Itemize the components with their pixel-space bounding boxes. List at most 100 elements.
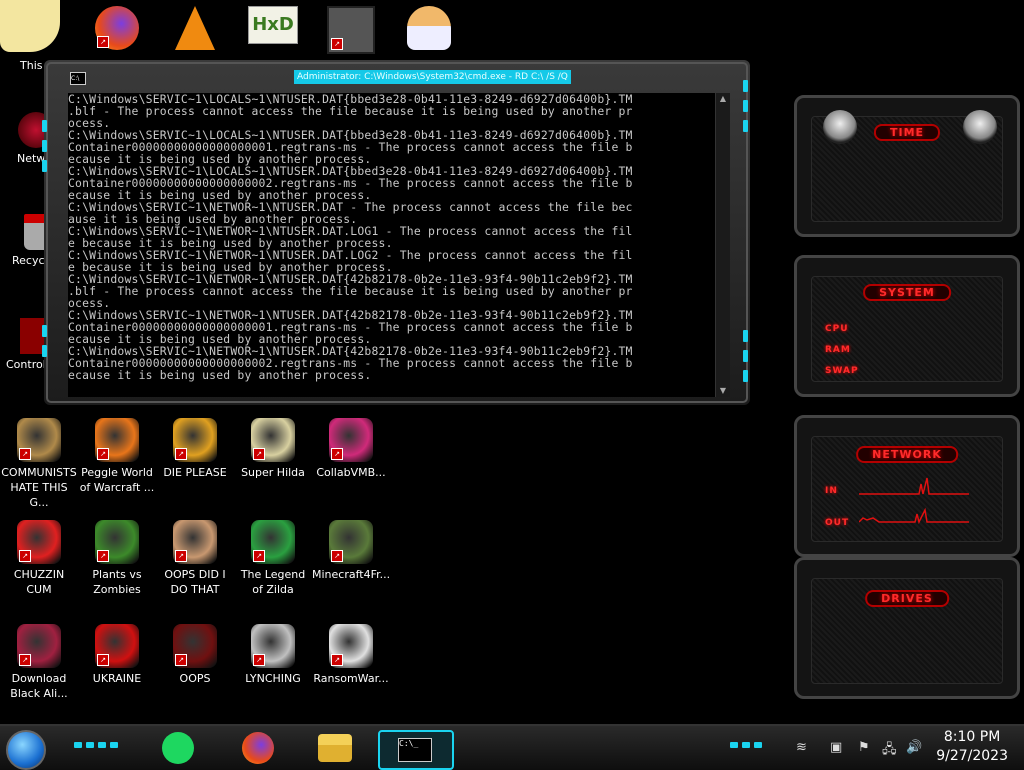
shield-flag-icon: ↗: [251, 624, 295, 668]
taskbar-led: [742, 742, 750, 748]
cmd-window[interactable]: C:\ Administrator: C:\Windows\System32\c…: [42, 60, 750, 405]
clock-date: 9/27/2023: [936, 748, 1008, 764]
desktop-icon-firefox[interactable]: ↗: [78, 6, 156, 53]
anime-face-icon: [0, 0, 60, 52]
cmd-console-output[interactable]: C:\Windows\SERVIC~1\LOCALS~1\NTUSER.DAT{…: [68, 93, 715, 397]
firefox-icon: ↗: [95, 6, 139, 50]
scroll-down-arrow-icon[interactable]: ▼: [716, 385, 730, 397]
alien-orb-icon: ↗: [17, 624, 61, 668]
desktop-icon-label: UKRAINE: [92, 672, 142, 685]
desktop-icon[interactable]: ↗ LYNCHING: [234, 624, 312, 686]
desktop-icon-label: Super Hilda: [241, 466, 305, 479]
cmd-output-line: ecause it is being used by another proce…: [68, 368, 372, 382]
window-led: [743, 370, 748, 382]
desktop-icon[interactable]: ↗ OOPS: [156, 624, 234, 686]
gadget-drives[interactable]: DRIVES: [794, 557, 1020, 699]
radiation-icon: ↗: [95, 624, 139, 668]
gadget-system[interactable]: SYSTEM CPU RAM SWAP: [794, 255, 1020, 397]
tray-nvidia-icon[interactable]: ▣: [830, 740, 842, 755]
cmd-lines: C:\Windows\SERVIC~1\LOCALS~1\NTUSER.DAT{…: [68, 93, 715, 381]
desktop-icon-label: Peggle World of Warcraft ...: [79, 466, 155, 494]
vlc-cone-icon: [175, 6, 215, 50]
desktop-icon[interactable]: ↗ CollabVMB...: [312, 418, 390, 480]
cmd-scrollbar[interactable]: ▲ ▼: [715, 93, 730, 397]
desktop-icon-label: OOPS: [179, 672, 211, 685]
file-explorer-icon[interactable]: [318, 734, 352, 762]
gadget-time-title: TIME: [873, 124, 941, 141]
flower-icon: ↗: [95, 520, 139, 564]
cmd-output-line: .blf - The process cannot access the fil…: [68, 104, 633, 118]
tray-network-icon[interactable]: 🖧: [882, 740, 897, 762]
tray-chevron-icon[interactable]: ≋: [796, 740, 807, 755]
window-led: [743, 120, 748, 132]
taskbar-clock[interactable]: 8:10 PM 9/27/2023: [936, 728, 1008, 766]
grass-block-icon: ↗: [329, 520, 373, 564]
cmd-cursor: [68, 381, 715, 397]
window-led: [743, 350, 748, 362]
swap-label: SWAP: [825, 366, 859, 376]
hxd-icon: HxD: [248, 6, 298, 44]
chuzzle-icon: ↗: [17, 520, 61, 564]
desktop-icon[interactable]: ↗ RansomWar...: [312, 624, 390, 686]
desktop-icon-this-pc[interactable]: This PC: [0, 0, 78, 72]
cmd-system-menu-icon[interactable]: C:\: [70, 72, 86, 85]
desktop-icon[interactable]: ↗ Download Black Ali...: [0, 624, 78, 701]
desktop-icon-label: CHUZZIN CUM: [13, 568, 65, 596]
taskbar-cmd-label: C:\_: [399, 739, 419, 748]
desktop-icon-label: Minecraft4Fr...: [312, 568, 391, 581]
desktop-icon-vlc[interactable]: [156, 6, 234, 53]
desktop-icon-label: Download Black Ali...: [10, 672, 68, 700]
network-activity-graph: [859, 477, 969, 525]
desktop-icon-label: CollabVMB...: [316, 466, 386, 479]
desktop-icon[interactable]: ↗ Minecraft4Fr...: [312, 520, 390, 582]
desktop-icon-label: DIE PLEASE: [163, 466, 227, 479]
desktop-icon[interactable]: ↗ CHUZZIN CUM: [0, 520, 78, 597]
desktop-icon-label: OOPS DID I DO THAT: [164, 568, 226, 596]
taskbar-led: [754, 742, 762, 748]
de-logo-icon: ↗: [173, 418, 217, 462]
cpu-label: CPU: [825, 324, 849, 334]
skull-icon: ↗: [329, 624, 373, 668]
desktop-icon[interactable]: ↗ UKRAINE: [78, 624, 156, 686]
taskbar-cmd-button[interactable]: C:\_: [378, 730, 454, 770]
cmd-window-title: Administrator: C:\Windows\System32\cmd.e…: [294, 70, 571, 84]
peggle-icon: ↗: [95, 418, 139, 462]
pixel-hero-icon: ↗: [251, 520, 295, 564]
gadget-time[interactable]: TIME: [794, 95, 1020, 237]
admin-user-icon: [407, 6, 451, 50]
money-bag-icon: ↗: [17, 418, 61, 462]
window-led: [42, 160, 47, 172]
start-orb-icon[interactable]: [6, 730, 46, 770]
taskbar: C:\_ ≋ ▣ ⚑ 🖧 🔊 8:10 PM 9/27/2023: [0, 724, 1024, 770]
desktop-icon[interactable]: ↗ OOPS DID I DO THAT: [156, 520, 234, 597]
spotify-icon[interactable]: [162, 732, 194, 764]
desktop-icon[interactable]: ↗ The Legend of Zilda: [234, 520, 312, 597]
window-led: [42, 140, 47, 152]
desktop-icon[interactable]: ↗ COMMUNISTS HATE THIS G...: [0, 418, 78, 510]
taskbar-led: [86, 742, 94, 748]
desktop-icon[interactable]: ↗ DIE PLEASE: [156, 418, 234, 480]
window-led: [42, 345, 47, 357]
taskbar-led: [98, 742, 106, 748]
pixel-cat-icon: ↗: [251, 418, 295, 462]
desktop-icon-label: RansomWar...: [313, 672, 389, 685]
clock-time: 8:10 PM: [943, 729, 1001, 745]
gadget-drives-title: DRIVES: [865, 590, 949, 607]
window-led: [743, 330, 748, 342]
desktop-icon-hxd[interactable]: HxD: [234, 6, 312, 47]
cmd-output-line: .blf - The process cannot access the fil…: [68, 284, 633, 298]
tray-volume-icon[interactable]: 🔊: [906, 740, 922, 755]
desktop-icon-admin-user[interactable]: [390, 6, 468, 53]
desktop-icon[interactable]: ↗ Super Hilda: [234, 418, 312, 480]
alien-head-icon: [963, 110, 997, 144]
scroll-up-arrow-icon[interactable]: ▲: [716, 93, 730, 105]
desktop-icon[interactable]: ↗ Plants vs Zombies: [78, 520, 156, 597]
taskbar-led: [110, 742, 118, 748]
network-in-label: IN: [825, 486, 838, 496]
desktop-icon[interactable]: ↗ Peggle World of Warcraft ...: [78, 418, 156, 495]
command-prompt-icon: C:\_: [398, 738, 432, 762]
gadget-network[interactable]: NETWORK IN OUT: [794, 415, 1020, 557]
tray-flag-icon[interactable]: ⚑: [858, 740, 870, 755]
firefox-icon[interactable]: [242, 732, 274, 764]
desktop-icon-maze[interactable]: ↗: [312, 6, 390, 57]
